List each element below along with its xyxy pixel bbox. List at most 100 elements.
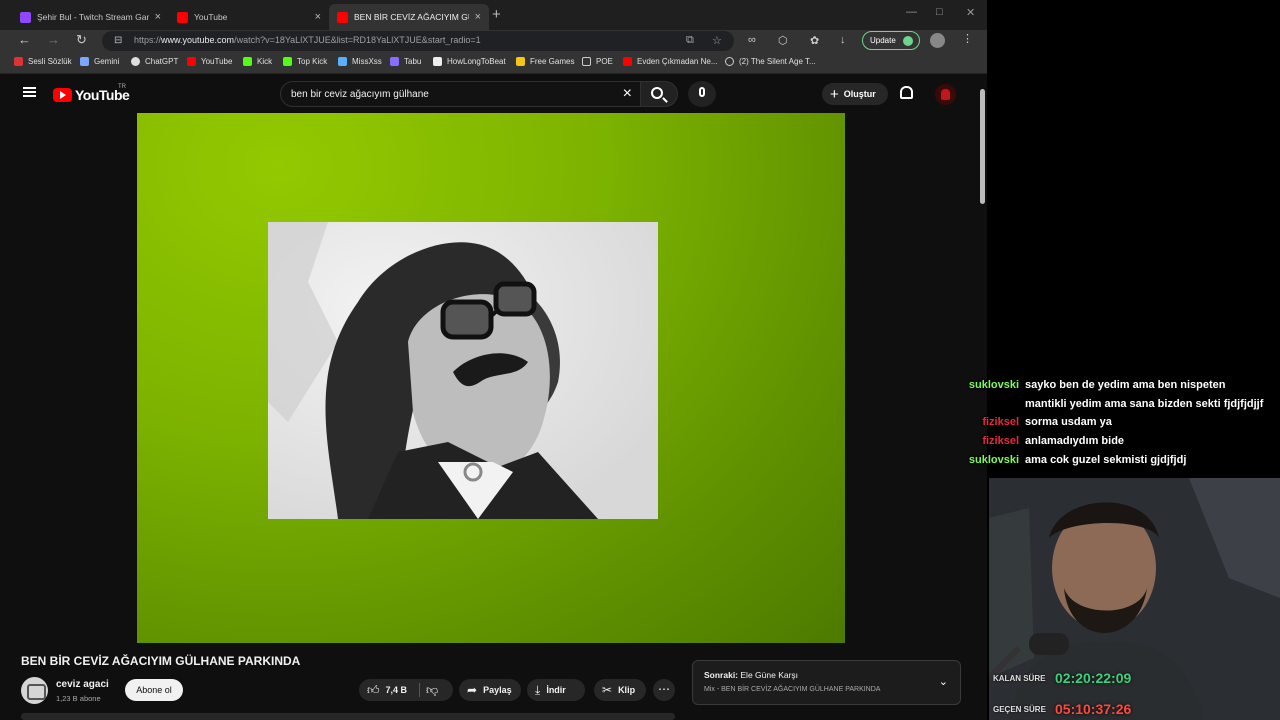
tag-icon — [516, 57, 525, 66]
close-icon[interactable]: × — [475, 11, 481, 23]
video-title: BEN BİR CEVİZ AĞACIYIM GÜLHANE PARKINDA — [21, 654, 301, 668]
elapsed-time-label: GEÇEN SÜRE — [993, 705, 1046, 714]
bookmark-silent-age[interactable]: (2) The Silent Age T... — [725, 57, 816, 66]
share-button[interactable]: ➦ Paylaş — [459, 679, 521, 701]
kick-icon — [283, 57, 292, 66]
maximize-icon[interactable]: □ — [936, 6, 943, 18]
bookmark-kick[interactable]: Kick — [243, 57, 272, 66]
downloads-icon[interactable]: ↓ — [840, 34, 846, 46]
scissors-icon: ✂ — [602, 683, 613, 697]
address-bar[interactable]: ⊟ https://www.youtube.com/watch?v=18YaLl… — [102, 31, 734, 51]
close-icon[interactable]: × — [155, 11, 161, 23]
twitch-icon — [20, 11, 31, 23]
clear-search-icon[interactable]: × — [623, 85, 632, 103]
close-icon[interactable]: × — [315, 11, 321, 23]
tab-title: YouTube — [194, 12, 228, 22]
window-close-icon[interactable]: ✕ — [966, 6, 975, 19]
update-label: Update — [870, 36, 896, 45]
like-dislike-group: 👍︎ 7,4 B 👎︎ — [359, 679, 453, 701]
up-next-label: Sonraki: Ele Güne Karşı — [704, 670, 799, 680]
menu-kebab-icon[interactable]: ⋮ — [962, 32, 973, 45]
page-scrollbar[interactable] — [977, 75, 987, 720]
performance-icon[interactable]: ✿ — [810, 34, 819, 47]
browser-toolbar: ← → ↻ ⊟ https://www.youtube.com/watch?v=… — [0, 30, 987, 52]
youtube-icon — [177, 11, 188, 23]
bookmarks-bar: Sesli Sözlük Gemini ChatGPT YouTube Kick… — [0, 52, 987, 74]
scrollbar-thumb[interactable] — [980, 89, 985, 204]
dislike-icon[interactable]: 👎︎ — [426, 683, 438, 698]
search-button[interactable] — [640, 81, 678, 107]
stream-chat-overlay: suklovski sayko ben de yedim ama ben nis… — [969, 370, 1280, 480]
gemini-icon — [80, 57, 89, 66]
remaining-time-label: KALAN SÜRE — [993, 674, 1046, 683]
up-next-panel[interactable]: Sonraki: Ele Güne Karşı Mix - BEN BİR CE… — [692, 660, 961, 705]
new-tab-icon[interactable]: + — [492, 6, 501, 23]
back-icon[interactable]: ← — [18, 32, 31, 47]
bookmark-star-icon[interactable]: ☆ — [712, 34, 722, 47]
video-player[interactable] — [137, 113, 845, 643]
extension-glasses-icon[interactable]: ∞ — [748, 34, 756, 46]
search-icon — [651, 87, 663, 99]
chevron-down-icon[interactable]: ⌄ — [939, 675, 948, 688]
channel-name[interactable]: ceviz agaci — [56, 679, 109, 690]
bookmark-gemini[interactable]: Gemini — [80, 57, 119, 66]
search-input[interactable]: ben bir ceviz ağacıyım gülhane × — [280, 81, 641, 107]
subscribe-button[interactable]: Abone ol — [125, 679, 183, 701]
bookmark-poe[interactable]: POE — [582, 57, 613, 66]
chat-text: sayko ben de yedim ama ben nispeten — [1025, 379, 1226, 391]
tab-youtube[interactable]: YouTube × — [169, 4, 329, 30]
description-box[interactable] — [21, 713, 675, 720]
account-avatar[interactable] — [935, 84, 956, 105]
remaining-time-value: 02:20:22:09 — [1055, 670, 1132, 686]
tab-title: Şehir Bul - Twitch Stream Games — [37, 12, 149, 22]
extensions-icon[interactable]: ⬡ — [778, 34, 788, 47]
like-icon[interactable]: 👍︎ — [367, 683, 380, 698]
bookmark-top-kick[interactable]: Top Kick — [283, 57, 327, 66]
site-info-icon[interactable]: ⊟ — [114, 35, 122, 46]
bookmark-free-games[interactable]: Free Games — [516, 57, 574, 66]
chat-text: mantikli yedim ama sana bizden sekti fjd… — [1025, 398, 1264, 410]
url-text: https://www.youtube.com/watch?v=18YaLlXT… — [134, 35, 481, 45]
bookmark-chatgpt[interactable]: ChatGPT — [131, 57, 178, 66]
chat-text: ama cok guzel sekmisti gjdjfjdj — [1025, 454, 1187, 466]
channel-avatar[interactable] — [21, 677, 48, 704]
more-actions-icon[interactable]: ⋯ — [653, 679, 675, 701]
download-label: İndir — [546, 685, 566, 695]
download-button[interactable]: ⤓ İndir — [527, 679, 585, 701]
plus-icon: + — [830, 85, 839, 103]
chat-username: suklovski — [968, 454, 1019, 466]
clip-button[interactable]: ✂ Klip — [594, 679, 646, 701]
chat-text: sorma usdam ya — [1025, 416, 1112, 428]
chat-username: fiziksel — [982, 416, 1019, 428]
bookmark-tabu[interactable]: Tabu — [390, 57, 421, 66]
youtube-icon — [187, 57, 196, 66]
bookmark-howlongtobeat[interactable]: HowLongToBeat — [433, 57, 506, 66]
notifications-bell-icon[interactable] — [900, 86, 913, 99]
bookmark-missxss[interactable]: MissXss — [338, 57, 382, 66]
bookmark-youtube[interactable]: YouTube — [187, 57, 232, 66]
install-app-icon[interactable]: ⧉ — [686, 34, 694, 47]
youtube-icon — [337, 11, 348, 23]
bookmark-sesli-sozluk[interactable]: Sesli Sözlük — [14, 57, 72, 66]
forward-icon[interactable]: → — [47, 32, 60, 47]
minimize-icon[interactable]: — — [906, 6, 917, 18]
tab-ceviz[interactable]: BEN BİR CEVİZ AĞACIYIM GÜLHANE × — [329, 4, 489, 30]
search-query: ben bir ceviz ağacıyım gülhane — [291, 89, 429, 100]
update-status-icon — [903, 36, 913, 46]
missxss-icon — [338, 57, 347, 66]
reload-icon[interactable]: ↻ — [76, 32, 87, 48]
youtube-header: YouTube TR ben bir ceviz ağacıyım gülhan… — [0, 75, 977, 113]
clip-label: Klip — [618, 685, 636, 695]
hamburger-menu-icon[interactable] — [23, 87, 36, 97]
tab-sehir-bul[interactable]: Şehir Bul - Twitch Stream Games × — [12, 4, 169, 30]
youtube-logo[interactable]: YouTube TR — [53, 84, 130, 103]
voice-search-button[interactable] — [688, 81, 716, 107]
like-count[interactable]: 7,4 B — [386, 685, 408, 695]
share-label: Paylaş — [483, 685, 512, 695]
profile-avatar[interactable] — [930, 33, 945, 48]
create-button[interactable]: + Oluştur — [822, 83, 888, 105]
bookmark-evden-cikmadan[interactable]: Evden Çıkmadan Ne... — [623, 57, 717, 66]
update-button[interactable]: Update — [862, 31, 920, 50]
streamer-webcam: KALAN SÜRE 02:20:22:09 GEÇEN SÜRE 05:10:… — [989, 478, 1280, 720]
elapsed-time-value: 05:10:37:26 — [1055, 701, 1132, 717]
